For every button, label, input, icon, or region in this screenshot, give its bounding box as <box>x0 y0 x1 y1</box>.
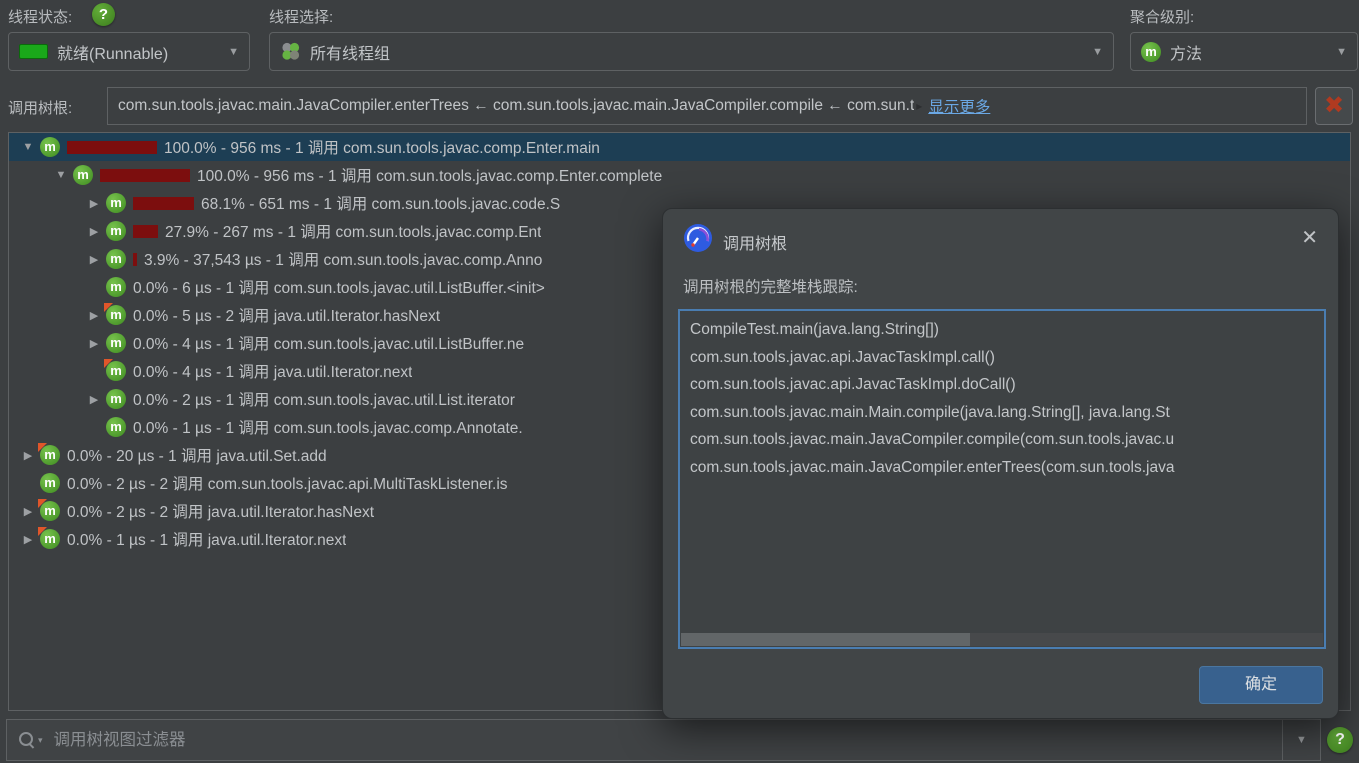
show-more-link[interactable]: 显示更多 <box>928 95 990 117</box>
chevron-down-icon: ▼ <box>1336 45 1347 58</box>
thread-marker-icon <box>38 527 47 536</box>
tree-row-label: 100.0% - 956 ms - 1 调用 com.sun.tools.jav… <box>164 140 600 157</box>
tree-row-label: 0.0% - 2 µs - 2 调用 java.util.Iterator.ha… <box>67 504 374 521</box>
expand-arrow-icon[interactable]: ▶ <box>85 393 103 406</box>
filter-bar: ▾ ▼ <box>6 719 1321 761</box>
method-icon: m <box>40 473 60 493</box>
call-tree-root-dialog: 调用树根 ✕ 调用树根的完整堆栈跟踪: CompileTest.main(jav… <box>662 208 1339 719</box>
call-tree-filter-input[interactable] <box>51 729 1320 751</box>
expand-arrow-icon[interactable]: ▶ <box>85 253 103 266</box>
method-icon: m <box>106 389 126 409</box>
method-icon: m <box>106 249 126 269</box>
filter-help-icon[interactable]: ? <box>1327 727 1353 753</box>
tree-row-label: 0.0% - 1 µs - 1 调用 java.util.Iterator.ne… <box>67 532 347 549</box>
scrollbar-thumb[interactable] <box>681 633 970 646</box>
method-icon: m <box>104 303 126 325</box>
stack-frame[interactable]: com.sun.tools.javac.main.Main.compile(ja… <box>680 399 1324 427</box>
stack-frame[interactable]: com.sun.tools.javac.main.JavaCompiler.co… <box>680 426 1324 454</box>
aggregation-label: 聚合级别: <box>1130 9 1195 26</box>
expand-arrow-icon[interactable]: ▶ <box>19 505 37 518</box>
thread-marker-icon <box>38 443 47 452</box>
tree-row-label: 3.9% - 37,543 µs - 1 调用 com.sun.tools.ja… <box>144 252 543 269</box>
tree-row-label: 68.1% - 651 ms - 1 调用 com.sun.tools.java… <box>201 196 561 213</box>
thread-status-value: 就绪(Runnable) <box>57 45 169 63</box>
thread-selection-value: 所有线程组 <box>310 45 391 63</box>
thread-selection-dropdown[interactable]: 所有线程组 ▼ <box>269 32 1114 71</box>
tree-row-label: 0.0% - 5 µs - 2 调用 java.util.Iterator.ha… <box>133 308 440 325</box>
tree-row[interactable]: ▼ m 100.0% - 956 ms - 1 调用 com.sun.tools.j… <box>9 133 1350 161</box>
call-tree-root-label: 调用树根: <box>8 100 73 117</box>
expand-arrow-icon[interactable]: ▶ <box>85 197 103 210</box>
search-icon[interactable] <box>19 732 35 749</box>
tree-row-label: 0.0% - 4 µs - 1 调用 com.sun.tools.javac.u… <box>133 336 525 353</box>
time-bar <box>67 140 157 154</box>
aggregation-value: 方法 <box>1170 45 1203 63</box>
horizontal-scrollbar[interactable] <box>681 633 1323 646</box>
call-tree-root-value: com.sun.tools.javac.main.JavaCompiler.en… <box>118 97 915 114</box>
time-bar <box>133 224 158 238</box>
expander-icon: ▸ <box>916 99 923 113</box>
dialog-subtitle: 调用树根的完整堆栈跟踪: <box>683 279 858 296</box>
time-bar <box>100 168 190 182</box>
chevron-down-icon: ▼ <box>228 45 239 58</box>
expand-arrow-icon[interactable]: ▶ <box>85 225 103 238</box>
collapse-arrow-icon[interactable]: ▼ <box>19 141 37 153</box>
expand-arrow-icon[interactable]: ▶ <box>19 533 37 546</box>
collapse-arrow-icon[interactable]: ▼ <box>52 169 70 181</box>
expand-arrow-icon[interactable]: ▶ <box>85 337 103 350</box>
time-bar <box>133 196 194 210</box>
thread-selection-label: 线程选择: <box>269 9 334 26</box>
thread-group-icon <box>282 42 300 60</box>
stack-frame[interactable]: com.sun.tools.javac.main.JavaCompiler.en… <box>680 454 1324 482</box>
stack-trace-list[interactable]: CompileTest.main(java.lang.String[]) com.… <box>678 309 1326 649</box>
expand-arrow-icon[interactable]: ▶ <box>85 309 103 322</box>
method-icon: m <box>73 165 93 185</box>
runnable-state-icon <box>19 44 48 59</box>
time-bar <box>133 252 137 266</box>
tree-row-label: 0.0% - 2 µs - 2 调用 com.sun.tools.javac.a… <box>67 476 508 493</box>
filter-dropdown-button[interactable]: ▼ <box>1282 720 1320 760</box>
tree-row-label: 0.0% - 6 µs - 1 调用 com.sun.tools.javac.u… <box>133 280 545 297</box>
tree-row-label: 0.0% - 20 µs - 1 调用 java.util.Set.add <box>67 448 327 465</box>
tree-row-label: 100.0% - 956 ms - 1 调用 com.sun.tools.jav… <box>197 168 663 185</box>
thread-marker-icon <box>104 303 113 312</box>
tree-row-label: 0.0% - 2 µs - 1 调用 com.sun.tools.javac.u… <box>133 392 515 409</box>
thread-status-dropdown[interactable]: 就绪(Runnable) ▼ <box>8 32 250 71</box>
chevron-down-icon: ▼ <box>1092 45 1103 58</box>
method-icon: m <box>106 221 126 241</box>
tree-row-label: 0.0% - 4 µs - 1 调用 java.util.Iterator.ne… <box>133 364 413 381</box>
method-icon: m <box>38 527 60 549</box>
method-icon: m <box>38 443 60 465</box>
profiler-gauge-icon <box>684 224 712 252</box>
thread-marker-icon <box>104 359 113 368</box>
stack-frame[interactable]: com.sun.tools.javac.api.JavacTaskImpl.do… <box>680 371 1324 399</box>
aggregation-dropdown[interactable]: m 方法 ▼ <box>1130 32 1358 71</box>
stack-frame[interactable]: CompileTest.main(java.lang.String[]) <box>680 316 1324 344</box>
tree-row-label: 27.9% - 267 ms - 1 调用 com.sun.tools.java… <box>165 224 542 241</box>
ok-button[interactable]: 确定 <box>1199 666 1323 704</box>
expand-arrow-icon[interactable]: ▶ <box>19 449 37 462</box>
dialog-title: 调用树根 <box>723 236 788 253</box>
method-icon: m <box>40 137 60 157</box>
method-icon: m <box>106 193 126 213</box>
method-icon: m <box>1141 41 1161 62</box>
thread-status-label: 线程状态: <box>8 9 73 26</box>
method-icon: m <box>106 417 126 437</box>
stack-frame[interactable]: com.sun.tools.javac.api.JavacTaskImpl.ca… <box>680 344 1324 372</box>
method-icon: m <box>38 499 60 521</box>
method-icon: m <box>106 333 126 353</box>
close-icon[interactable]: ✕ <box>1301 225 1318 250</box>
tree-row-label: 0.0% - 1 µs - 1 调用 com.sun.tools.javac.c… <box>133 420 523 437</box>
search-options-caret-icon[interactable]: ▾ <box>38 735 43 746</box>
method-icon: m <box>104 359 126 381</box>
method-icon: m <box>106 277 126 297</box>
clear-root-button[interactable]: ✖ <box>1315 87 1353 125</box>
thread-marker-icon <box>38 499 47 508</box>
tree-row[interactable]: ▼ m 100.0% - 956 ms - 1 调用 com.sun.tools.j… <box>9 161 1350 189</box>
call-tree-root-field: com.sun.tools.javac.main.JavaCompiler.en… <box>107 87 1307 125</box>
profiler-call-tree-view: { "toolbar": { "thread_status_label": "线… <box>0 0 1359 763</box>
thread-status-help-icon[interactable]: ? <box>92 3 115 26</box>
